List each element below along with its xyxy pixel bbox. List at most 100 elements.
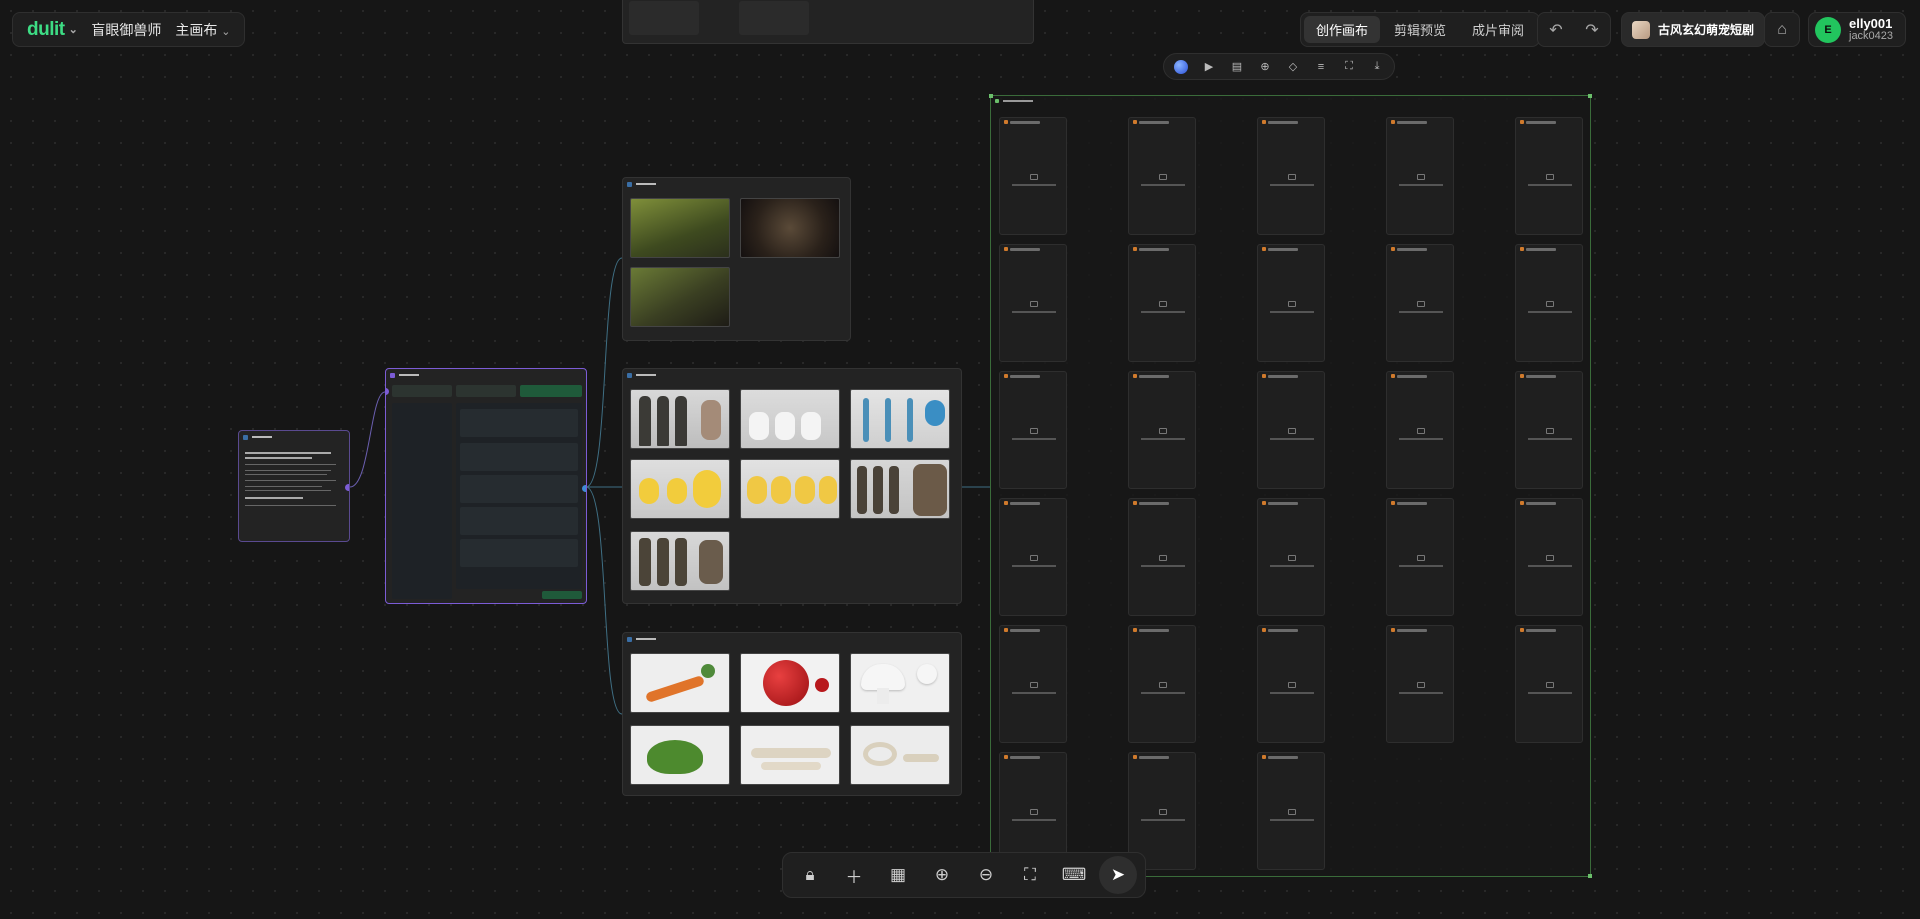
mushroom-image[interactable] bbox=[850, 653, 950, 713]
tab-create-canvas[interactable]: 创作画布 bbox=[1304, 16, 1381, 43]
upload-icon[interactable] bbox=[1417, 428, 1425, 434]
cube-icon[interactable]: ◇ bbox=[1282, 57, 1304, 77]
storyboard-shot-card[interactable] bbox=[999, 371, 1067, 489]
storyboard-shot-card[interactable] bbox=[1128, 371, 1196, 489]
storyboard-shot-card[interactable] bbox=[1386, 244, 1454, 362]
storyboard-shot-card[interactable] bbox=[999, 625, 1067, 743]
robot-icon[interactable]: ⌂ bbox=[1764, 12, 1800, 47]
storyboard-shot-card[interactable] bbox=[1257, 625, 1325, 743]
storyboard-shot-card[interactable] bbox=[999, 117, 1067, 235]
node-partial-top[interactable] bbox=[622, 0, 1034, 44]
upload-icon[interactable] bbox=[1288, 809, 1296, 815]
step-tab[interactable] bbox=[392, 385, 452, 397]
upload-icon[interactable] bbox=[1159, 555, 1167, 561]
storyboard-shot-card[interactable] bbox=[1386, 371, 1454, 489]
youth-sheet-image[interactable] bbox=[630, 531, 730, 591]
lock-icon[interactable]: 🔒︎ bbox=[791, 856, 829, 894]
sliders-icon[interactable]: ≡ bbox=[1310, 57, 1332, 77]
upload-icon[interactable] bbox=[1546, 428, 1554, 434]
storyboard-shot-card[interactable] bbox=[1515, 625, 1583, 743]
rope-coil-image[interactable] bbox=[850, 725, 950, 785]
upload-icon[interactable] bbox=[1159, 428, 1167, 434]
storyboard-shot-card[interactable] bbox=[1128, 498, 1196, 616]
green-herb-image[interactable] bbox=[630, 725, 730, 785]
upload-icon[interactable] bbox=[1030, 682, 1038, 688]
tab-final-review[interactable]: 成片审阅 bbox=[1460, 16, 1536, 43]
upload-icon[interactable] bbox=[1159, 809, 1167, 815]
upload-icon[interactable] bbox=[1030, 555, 1038, 561]
fit-screen-icon[interactable]: ⛶ bbox=[1011, 856, 1049, 894]
redo-icon[interactable]: ↷ bbox=[1574, 12, 1610, 47]
plus-icon[interactable]: ＋ bbox=[835, 856, 873, 894]
warrior-sheet-image[interactable] bbox=[850, 459, 950, 519]
output-port[interactable] bbox=[582, 485, 586, 492]
upload-icon[interactable] bbox=[1546, 301, 1554, 307]
expand-icon[interactable]: ⛶ bbox=[1338, 57, 1360, 77]
input-port[interactable] bbox=[386, 388, 389, 395]
upload-icon[interactable] bbox=[1030, 428, 1038, 434]
step-tab[interactable] bbox=[456, 385, 516, 397]
upload-icon[interactable] bbox=[1030, 174, 1038, 180]
storyboard-shot-card[interactable] bbox=[1257, 117, 1325, 235]
generate-button[interactable] bbox=[542, 591, 582, 599]
script-node[interactable] bbox=[385, 368, 587, 604]
storyboard-shot-card[interactable] bbox=[1257, 371, 1325, 489]
blue-snake-image[interactable] bbox=[850, 389, 950, 449]
upload-icon[interactable] bbox=[1288, 174, 1296, 180]
upload-icon[interactable] bbox=[1417, 682, 1425, 688]
upload-icon[interactable] bbox=[1417, 555, 1425, 561]
prop-generation-node[interactable] bbox=[622, 632, 962, 796]
storyboard-shot-card[interactable] bbox=[1128, 244, 1196, 362]
upload-icon[interactable] bbox=[1546, 682, 1554, 688]
storyboard-shot-card[interactable] bbox=[999, 244, 1067, 362]
character-generation-node[interactable] bbox=[622, 368, 962, 604]
storyboard-shot-card[interactable] bbox=[1386, 498, 1454, 616]
chick-turnaround-image[interactable] bbox=[740, 459, 840, 519]
upload-icon[interactable] bbox=[1288, 301, 1296, 307]
story-input-node[interactable] bbox=[238, 430, 350, 542]
resize-handle[interactable] bbox=[1588, 874, 1592, 878]
carrot-image[interactable] bbox=[630, 653, 730, 713]
yellow-chick-image[interactable] bbox=[630, 459, 730, 519]
undo-icon[interactable]: ↶ bbox=[1538, 12, 1574, 47]
step-tab-active[interactable] bbox=[520, 385, 582, 397]
upload-icon[interactable] bbox=[1417, 301, 1425, 307]
storyboard-shot-card[interactable] bbox=[1386, 625, 1454, 743]
storyboard-shot-card[interactable] bbox=[999, 498, 1067, 616]
red-fruit-image[interactable] bbox=[740, 653, 840, 713]
storyboard-shot-card[interactable] bbox=[1515, 498, 1583, 616]
storyboard-shot-card[interactable] bbox=[1515, 371, 1583, 489]
layout-icon[interactable]: ▦ bbox=[879, 856, 917, 894]
zoom-in-icon[interactable]: ⊕ bbox=[923, 856, 961, 894]
cave-image[interactable] bbox=[740, 198, 840, 258]
storyboard-shot-card[interactable] bbox=[1386, 117, 1454, 235]
play-icon[interactable]: ▶ bbox=[1198, 57, 1220, 77]
document-icon[interactable]: ▤ bbox=[1226, 57, 1248, 77]
keyboard-icon[interactable]: ⌨ bbox=[1055, 856, 1093, 894]
white-tiger-image[interactable] bbox=[740, 389, 840, 449]
forest-image[interactable] bbox=[630, 198, 730, 258]
storyboard-shot-card[interactable] bbox=[1128, 117, 1196, 235]
storyboard-shot-card[interactable] bbox=[1257, 244, 1325, 362]
upload-icon[interactable] bbox=[1417, 174, 1425, 180]
tab-edit-preview[interactable]: 剪辑预览 bbox=[1382, 16, 1458, 43]
character-sheet-image[interactable] bbox=[630, 389, 730, 449]
storyboard-shot-card[interactable] bbox=[1128, 625, 1196, 743]
rope-image[interactable] bbox=[740, 725, 840, 785]
upload-icon[interactable] bbox=[1288, 682, 1296, 688]
download-icon[interactable]: ⤓ bbox=[1366, 57, 1388, 77]
upload-icon[interactable] bbox=[1030, 301, 1038, 307]
user-menu[interactable]: E elly001 jack0423 bbox=[1808, 12, 1907, 47]
canvas-selector[interactable]: 主画布 ⌄ bbox=[175, 20, 230, 40]
brand-logo[interactable]: dulit ⌄ bbox=[27, 19, 78, 41]
output-port[interactable] bbox=[345, 484, 349, 491]
upload-icon[interactable] bbox=[1288, 428, 1296, 434]
globe-icon[interactable] bbox=[1170, 57, 1192, 77]
upload-icon[interactable] bbox=[1546, 555, 1554, 561]
storyboard-shot-card[interactable] bbox=[1515, 117, 1583, 235]
tunnel-image[interactable] bbox=[630, 267, 730, 327]
cursor-icon[interactable]: ➤ bbox=[1099, 856, 1137, 894]
storyboard-shot-card[interactable] bbox=[1257, 752, 1325, 870]
storyboard-shot-card[interactable] bbox=[1257, 498, 1325, 616]
upload-icon[interactable] bbox=[1159, 682, 1167, 688]
